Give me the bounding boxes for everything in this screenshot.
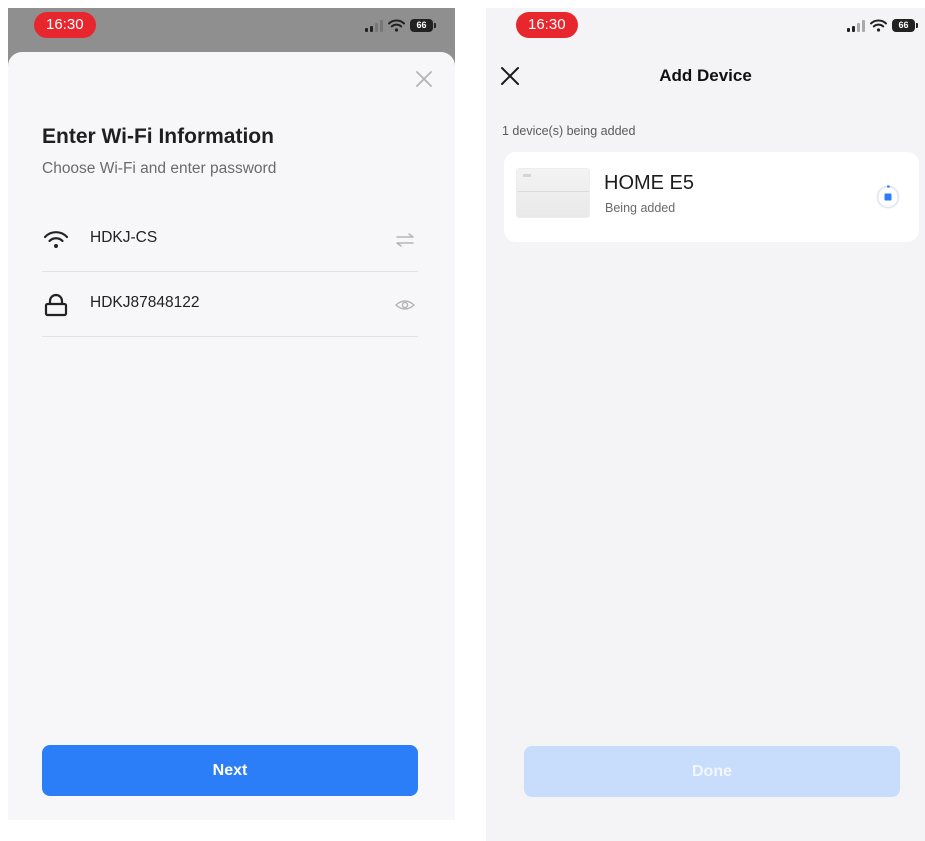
- swap-icon[interactable]: [394, 229, 416, 251]
- status-time: 16:30: [34, 12, 96, 38]
- wifi-network-value: HDKJ-CS: [90, 229, 158, 246]
- device-status: Being added: [605, 201, 676, 215]
- status-bar: 16:30 66: [8, 8, 455, 52]
- device-name: HOME E5: [604, 172, 695, 194]
- status-bar: 16:30 66: [486, 8, 925, 52]
- done-button[interactable]: Done: [524, 746, 900, 797]
- cellular-signal-icon: [365, 19, 383, 32]
- battery-icon: 66: [410, 19, 436, 32]
- page-title: Enter Wi-Fi Information: [42, 125, 274, 148]
- lock-icon: [44, 293, 68, 317]
- status-icons: 66: [365, 19, 436, 32]
- status-time: 16:30: [516, 12, 578, 38]
- device-count-label: 1 device(s) being added: [502, 124, 636, 138]
- status-icons: 66: [847, 19, 918, 32]
- close-icon[interactable]: [411, 66, 437, 92]
- cellular-signal-icon: [847, 19, 865, 32]
- wifi-password-field[interactable]: HDKJ87848122: [42, 273, 418, 337]
- wifi-icon: [43, 231, 69, 248]
- wifi-network-field[interactable]: HDKJ-CS: [42, 208, 418, 272]
- eye-icon[interactable]: [394, 294, 416, 316]
- wifi-password-value: HDKJ87848122: [90, 294, 200, 311]
- wifi-info-sheet: Enter Wi-Fi Information Choose Wi-Fi and…: [8, 52, 455, 820]
- add-device-screen: 16:30 66 Add Device 1 device(s) being ad…: [486, 8, 925, 841]
- battery-icon: 66: [892, 19, 918, 32]
- page-title: Add Device: [659, 66, 752, 85]
- wifi-status-icon: [870, 19, 887, 32]
- device-card: HOME E5 Being added: [504, 152, 919, 242]
- next-button[interactable]: Next: [42, 745, 418, 796]
- spinner-stop-icon: [876, 185, 900, 209]
- wifi-setup-screen: 16:30 66 Enter Wi-Fi Information Choose …: [8, 8, 455, 820]
- device-image: [516, 168, 590, 218]
- wifi-status-icon: [388, 19, 405, 32]
- page-subtitle: Choose Wi-Fi and enter password: [42, 160, 277, 177]
